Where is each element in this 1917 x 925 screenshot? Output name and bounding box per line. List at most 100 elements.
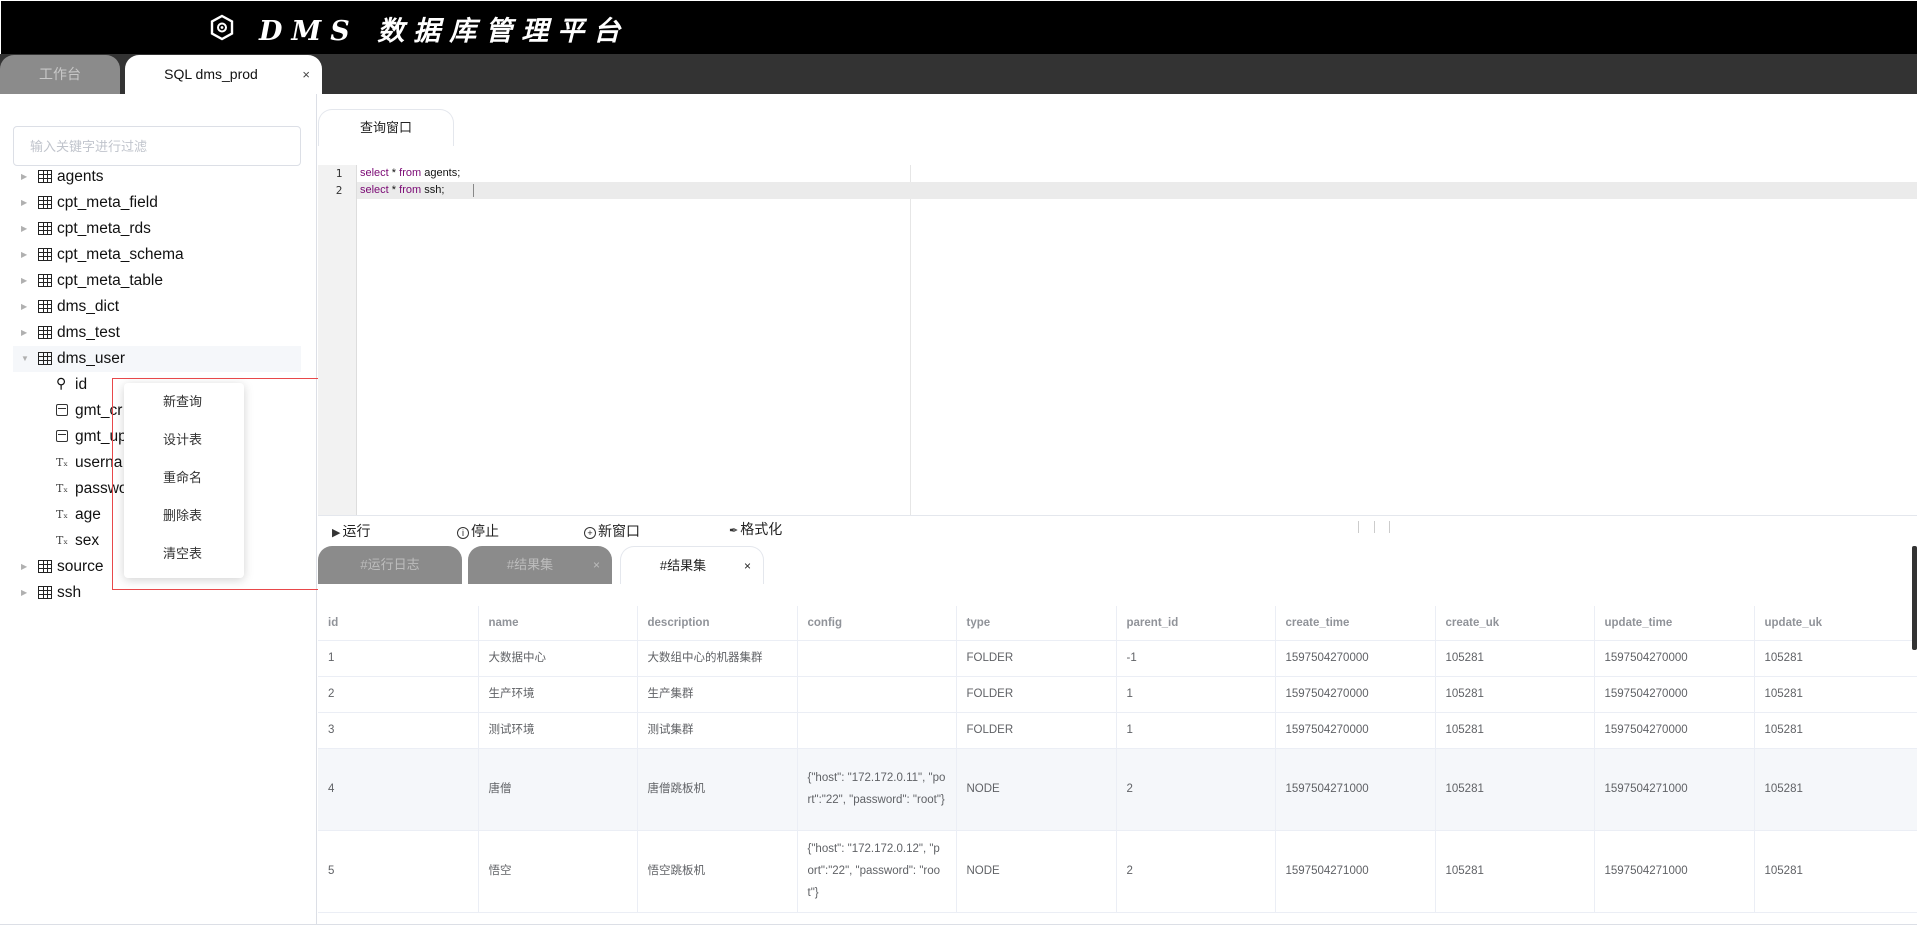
table-cell: 大数组中心的机器集群 xyxy=(637,640,798,677)
table-row[interactable]: 3 测试环境 测试集群 FOLDER 1 1597504270000 10528… xyxy=(318,712,1917,749)
keyword: from xyxy=(399,167,422,179)
table-cell: 105281 xyxy=(1754,712,1917,749)
table-row[interactable]: 1 大数据中心 大数组中心的机器集群 FOLDER -1 15975042700… xyxy=(318,640,1917,677)
column-header[interactable]: id xyxy=(318,606,479,641)
keyword: select xyxy=(360,167,389,179)
tab-query-window[interactable]: 查询窗口 xyxy=(318,109,454,146)
table-cell: 105281 xyxy=(1435,712,1595,749)
caret-right-icon[interactable]: ▶ xyxy=(21,294,27,320)
text-icon: Tₓ xyxy=(56,482,68,495)
caret-right-icon[interactable]: ▶ xyxy=(21,320,27,346)
table-cell: FOLDER xyxy=(956,712,1117,749)
editor-toolbar: ▶ 运行 i 停止 + 新窗口 ✒ 格式化 xyxy=(318,515,1917,545)
table-name: source xyxy=(57,558,104,575)
tab-result-set-active[interactable]: #结果集 × xyxy=(620,546,764,584)
column-name: id xyxy=(75,376,88,393)
tree-item-table[interactable]: ▶ cpt_meta_schema xyxy=(13,242,301,268)
date-icon xyxy=(56,430,68,442)
tab-label: #运行日志 xyxy=(360,557,420,572)
tab-workbench[interactable]: 工作台 xyxy=(0,55,120,94)
sql-editor[interactable]: 1 2 select * from agents; select * from … xyxy=(318,165,1917,515)
caret-right-icon[interactable]: ▶ xyxy=(21,164,27,190)
table-filter-input[interactable] xyxy=(13,126,301,166)
table-cell: FOLDER xyxy=(956,640,1117,677)
table-cell: FOLDER xyxy=(956,676,1117,713)
table-icon xyxy=(38,170,52,183)
keyword: from xyxy=(399,184,422,196)
table-cell: 1597504270000 xyxy=(1275,640,1436,677)
tree-item-table[interactable]: ▶ cpt_meta_field xyxy=(13,190,301,216)
table-row-hovered[interactable]: 4 唐僧 唐僧跳板机 {"host": "172.172.0.11", "por… xyxy=(318,748,1917,831)
table-icon xyxy=(38,586,52,599)
caret-right-icon[interactable]: ▶ xyxy=(21,190,27,216)
new-window-button[interactable]: + 新窗口 xyxy=(584,516,640,546)
table-cell: 2 xyxy=(318,676,479,713)
table-cell: 1597504270000 xyxy=(1594,640,1755,677)
tab-run-log[interactable]: #运行日志 xyxy=(318,546,462,584)
tree-item-table[interactable]: ▶ cpt_meta_table xyxy=(13,268,301,294)
table-cell: 5 xyxy=(318,830,479,913)
close-icon[interactable]: × xyxy=(302,55,310,94)
column-header[interactable]: name xyxy=(478,606,638,641)
table-cell: 1 xyxy=(1116,712,1276,749)
table-cell: 大数据中心 xyxy=(478,640,638,677)
table-cell: 105281 xyxy=(1754,830,1917,913)
column-header[interactable]: create_time xyxy=(1275,606,1436,641)
caret-right-icon[interactable]: ▶ xyxy=(21,216,27,242)
table-cell: 1597504271000 xyxy=(1594,830,1755,913)
resize-handle[interactable] xyxy=(1358,521,1390,533)
caret-down-icon[interactable]: ▼ xyxy=(21,346,29,372)
code-text: * xyxy=(388,167,400,179)
column-header[interactable]: parent_id xyxy=(1116,606,1276,641)
column-header[interactable]: type xyxy=(956,606,1117,641)
code-text: ssh; xyxy=(421,184,445,196)
caret-right-icon[interactable]: ▶ xyxy=(21,268,27,294)
tree-item-table[interactable]: ▶ cpt_meta_rds xyxy=(13,216,301,242)
tree-item-table[interactable]: ▶ dms_test xyxy=(13,320,301,346)
caret-right-icon[interactable]: ▶ xyxy=(21,554,27,580)
table-cell: 1597504271000 xyxy=(1275,830,1436,913)
table-icon xyxy=(38,274,52,287)
text-icon: Tₓ xyxy=(56,534,68,547)
close-icon[interactable]: × xyxy=(744,547,751,585)
table-cell: 1597504271000 xyxy=(1594,748,1755,831)
column-header[interactable]: update_uk xyxy=(1754,606,1917,641)
code-text: * xyxy=(388,184,400,196)
column-header[interactable]: create_uk xyxy=(1435,606,1595,641)
column-header[interactable]: description xyxy=(637,606,798,641)
table-row[interactable]: 5 悟空 悟空跳板机 {"host": "172.172.0.12", "por… xyxy=(318,830,1917,913)
column-header[interactable]: update_time xyxy=(1594,606,1755,641)
logo-icon xyxy=(210,14,234,41)
app-header: DMS 数据库管理平台 xyxy=(0,0,1917,54)
code-line-active: select * from ssh; xyxy=(357,182,1917,199)
run-button[interactable]: ▶ 运行 xyxy=(332,516,370,546)
text-cursor xyxy=(473,183,475,197)
caret-right-icon[interactable]: ▶ xyxy=(21,242,27,268)
table-scrollbar[interactable] xyxy=(1912,546,1917,650)
run-label: 运行 xyxy=(342,523,371,539)
stop-button[interactable]: i 停止 xyxy=(457,516,499,546)
text-icon: Tₓ xyxy=(56,508,68,521)
tab-result-set[interactable]: #结果集 × xyxy=(468,546,612,584)
close-icon[interactable]: × xyxy=(593,546,600,584)
table-row[interactable]: 2 生产环境 生产集群 FOLDER 1 1597504270000 10528… xyxy=(318,676,1917,713)
table-icon xyxy=(38,300,52,313)
column-header[interactable]: config xyxy=(797,606,957,641)
top-tab-bar: 工作台 SQL dms_prod × xyxy=(0,54,1917,94)
table-cell: 105281 xyxy=(1754,748,1917,831)
table-icon xyxy=(38,560,52,573)
caret-right-icon[interactable]: ▶ xyxy=(21,580,27,606)
tree-item-table[interactable]: ▶ agents xyxy=(13,164,301,190)
table-cell: 2 xyxy=(1116,830,1276,913)
line-number-gutter: 1 2 xyxy=(318,165,357,515)
tab-sql-dms-prod[interactable]: SQL dms_prod × xyxy=(125,55,322,94)
tree-item-table[interactable]: ▶ dms_dict xyxy=(13,294,301,320)
tab-label: SQL dms_prod xyxy=(164,66,258,82)
table-cell: 1597504270000 xyxy=(1594,712,1755,749)
tree-item-table-expanded[interactable]: ▼ dms_user xyxy=(13,346,301,372)
brush-icon: ✒ xyxy=(729,525,739,537)
keyword: select xyxy=(360,184,389,196)
format-button[interactable]: ✒ 格式化 xyxy=(729,514,782,544)
code-area[interactable]: select * from agents; select * from ssh; xyxy=(357,165,1917,199)
main-panel: 查询窗口 1 2 select * from agents; select * … xyxy=(318,94,1917,925)
